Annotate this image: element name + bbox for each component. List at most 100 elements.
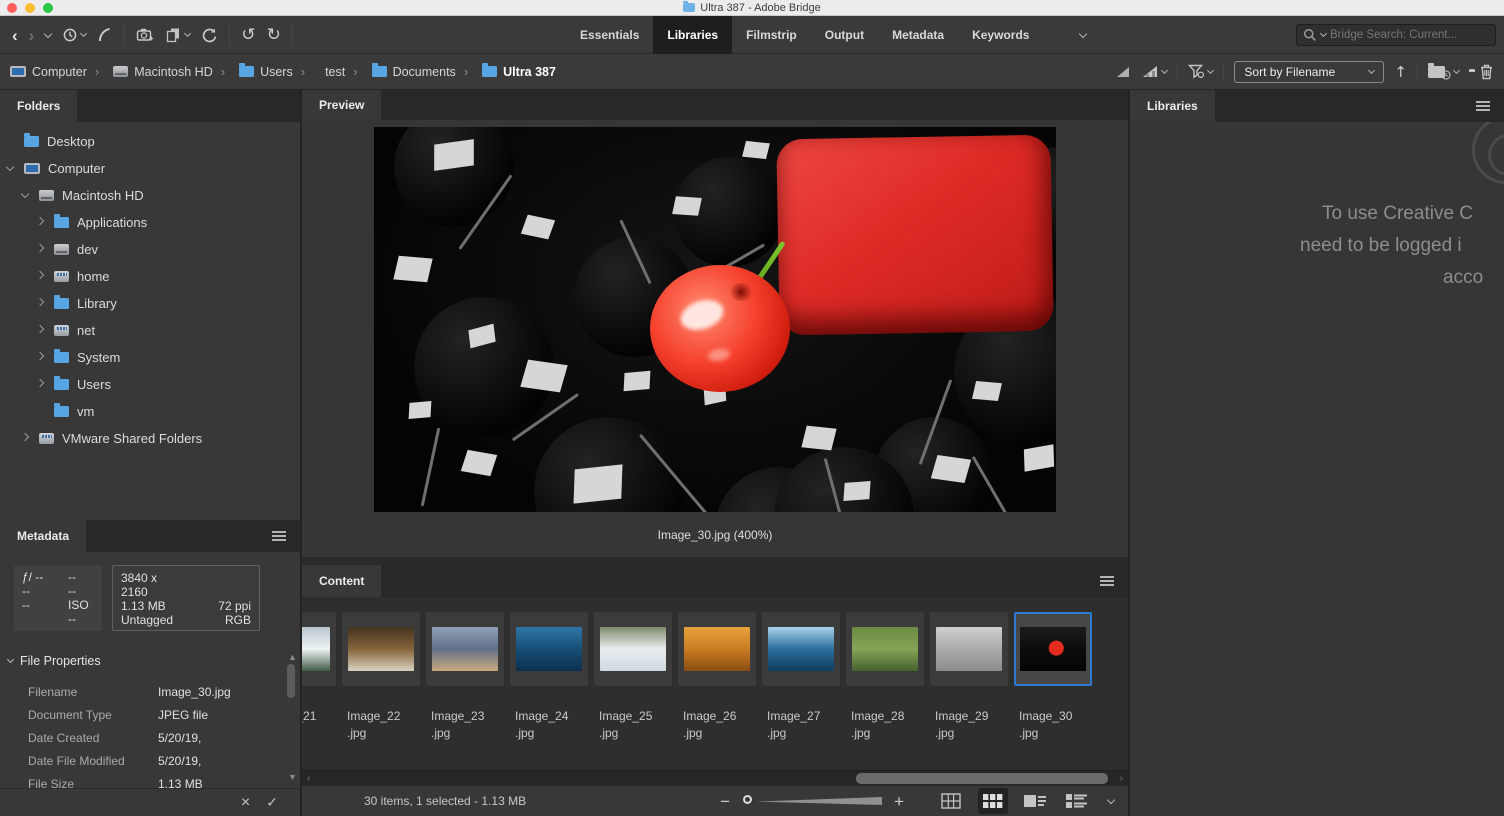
tab-folders[interactable]: Folders (0, 90, 77, 122)
thumbnail-item[interactable]: Image_25.jpg (594, 612, 672, 742)
folder-tree-item[interactable]: Macintosh HD (0, 182, 300, 209)
scroll-right-icon[interactable]: › (1120, 772, 1123, 785)
camera-icon (136, 27, 154, 43)
thumbnail-quality-hq-button[interactable] (1141, 65, 1167, 79)
thumbnail-label: Image_21.jpg (302, 708, 336, 742)
breadcrumb-item[interactable]: Ultra 387 (456, 64, 556, 79)
import-from-camera-button[interactable] (136, 27, 154, 43)
recent-history-button[interactable] (62, 27, 86, 43)
bridge-search[interactable] (1296, 24, 1496, 46)
folder-tree-item[interactable]: home (0, 263, 300, 290)
zoom-in-button[interactable]: + (894, 793, 904, 810)
workspace-tab[interactable]: Metadata (878, 16, 958, 54)
tab-preview[interactable]: Preview (302, 90, 381, 120)
close-window-button[interactable] (7, 3, 17, 13)
tab-content[interactable]: Content (302, 565, 381, 597)
libraries-message: acco (1443, 267, 1483, 289)
metadata-panel-menu-icon[interactable] (272, 531, 286, 541)
thumbnail-item[interactable]: Image_26.jpg (678, 612, 756, 742)
batch-copy-button[interactable] (165, 27, 190, 43)
thumbnail-item[interactable]: Image_29.jpg (930, 612, 1008, 742)
expand-chevron-icon[interactable] (34, 356, 46, 359)
workspace-tab[interactable]: Libraries (653, 16, 732, 54)
folder-tree-item[interactable]: Desktop (0, 128, 300, 155)
tab-libraries-panel[interactable]: Libraries (1130, 90, 1215, 122)
expand-chevron-icon[interactable] (19, 195, 31, 197)
folder-tree-item[interactable]: vm (0, 398, 300, 425)
file-properties-header[interactable]: File Properties (8, 654, 101, 668)
rotate-cw-button[interactable]: ↻ (267, 27, 281, 44)
thumbnail-image (516, 627, 582, 671)
libraries-panel-menu-icon[interactable] (1476, 101, 1490, 111)
content-panel-menu-icon[interactable] (1100, 576, 1114, 586)
thumbnail-item[interactable]: Image_24.jpg (510, 612, 588, 742)
breadcrumb-item[interactable]: Macintosh HD (87, 64, 213, 79)
preview-image[interactable] (374, 127, 1056, 512)
apply-metadata-button[interactable]: ✓ (266, 796, 278, 810)
tab-metadata-panel[interactable]: Metadata (0, 520, 86, 552)
expand-chevron-icon[interactable] (34, 248, 46, 251)
folder-tree-item[interactable]: System (0, 344, 300, 371)
content-horizontal-scrollbar[interactable]: ‹ › (302, 770, 1128, 785)
thumbnail-item[interactable]: Image_30.jpg (1014, 612, 1092, 742)
list-view-button[interactable] (1062, 788, 1092, 814)
workspace-tab[interactable]: Output (811, 16, 878, 54)
expand-chevron-icon[interactable] (34, 302, 46, 305)
expand-chevron-icon[interactable] (34, 329, 46, 332)
zoom-window-button[interactable] (43, 3, 53, 13)
metadata-scrollbar[interactable]: ▲ ▼ (286, 652, 297, 782)
thumbnail-item[interactable]: Image_22.jpg (342, 612, 420, 742)
scrollbar-thumb[interactable] (856, 773, 1108, 784)
workspace-tab[interactable]: Essentials (566, 16, 653, 54)
folder-tree-item[interactable]: Applications (0, 209, 300, 236)
search-input[interactable] (1330, 29, 1489, 41)
back-button[interactable]: ‹ (12, 27, 18, 44)
breadcrumb-item[interactable]: Documents (345, 64, 456, 79)
folder-tree-item[interactable]: dev (0, 236, 300, 263)
thumbnail-view-button[interactable] (978, 788, 1008, 814)
minimize-window-button[interactable] (25, 3, 35, 13)
sort-ascending-button[interactable]: ↑ (1394, 63, 1407, 81)
expand-chevron-icon[interactable] (34, 383, 46, 386)
rotate-ccw-button[interactable]: ↺ (241, 27, 255, 44)
delete-item-button[interactable] (1479, 63, 1494, 80)
folder-tree-item[interactable]: Computer (0, 155, 300, 182)
nav-dropdown-chevron-icon[interactable] (45, 34, 51, 37)
cancel-metadata-button[interactable]: × (241, 795, 250, 811)
workspace-tab[interactable]: Keywords (958, 16, 1043, 54)
scroll-left-icon[interactable]: ‹ (307, 772, 310, 785)
folder-tree-item[interactable]: net (0, 317, 300, 344)
details-view-button[interactable] (1020, 788, 1050, 814)
grid-lock-view-button[interactable] (936, 788, 966, 814)
open-recent-file-button[interactable] (1428, 64, 1459, 80)
thumbnail-item[interactable]: Image_21.jpg (302, 612, 336, 742)
thumbnail-item[interactable]: Image_27.jpg (762, 612, 840, 742)
slider-knob[interactable] (743, 795, 752, 804)
boomerang-return-button[interactable] (97, 27, 113, 43)
thumbnail-size-slider[interactable] (742, 794, 882, 808)
sort-dropdown[interactable]: Sort by Filename (1234, 61, 1384, 83)
filter-button[interactable] (1188, 64, 1213, 79)
search-scope-chevron-icon[interactable] (1320, 30, 1327, 37)
folder-tree-item[interactable]: Library (0, 290, 300, 317)
folder-tree-item[interactable]: VMware Shared Folders (0, 425, 300, 452)
expand-chevron-icon[interactable] (4, 168, 16, 170)
breadcrumb-item[interactable]: test (293, 64, 346, 79)
thumbnail-quality-fast-button[interactable] (1115, 65, 1131, 79)
tree-item-icon (24, 163, 40, 174)
workspace-more-chevron-icon[interactable] (1072, 16, 1094, 54)
forward-button[interactable]: › (29, 27, 35, 44)
expand-chevron-icon[interactable] (34, 275, 46, 278)
thumbnail-item[interactable]: Image_23.jpg (426, 612, 504, 742)
workspace-tab[interactable]: Filmstrip (732, 16, 811, 54)
thumbnail-item[interactable]: Image_28.jpg (846, 612, 924, 742)
breadcrumb-item[interactable]: Computer (10, 65, 87, 79)
view-options-chevron-icon[interactable] (1107, 795, 1115, 803)
folder-tree-item[interactable]: Users (0, 371, 300, 398)
breadcrumb-item[interactable]: Users (213, 64, 293, 79)
expand-chevron-icon[interactable] (19, 437, 31, 440)
file-property-row: File Size 1.13 MB (0, 772, 282, 788)
zoom-out-button[interactable]: − (720, 793, 730, 810)
refresh-button[interactable] (201, 27, 218, 44)
expand-chevron-icon[interactable] (34, 221, 46, 224)
